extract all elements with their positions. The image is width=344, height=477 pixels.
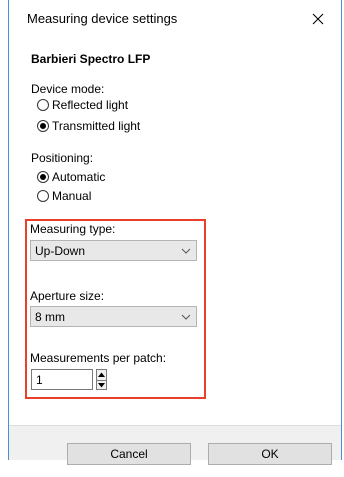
radio-button[interactable]: [37, 120, 49, 132]
measuring-type-label: Measuring type:: [30, 222, 116, 236]
radio-label: Automatic: [52, 170, 106, 184]
radio-reflected-light[interactable]: Reflected light: [37, 97, 128, 113]
ok-button[interactable]: OK: [208, 443, 332, 465]
cancel-button[interactable]: Cancel: [67, 443, 191, 465]
device-name: Barbieri Spectro LFP: [31, 52, 151, 66]
radio-manual[interactable]: Manual: [37, 188, 91, 204]
title-bar: Measuring device settings: [9, 0, 341, 40]
dialog-title: Measuring device settings: [27, 11, 178, 26]
aperture-size-dropdown[interactable]: 8 mm: [30, 306, 197, 327]
radio-button[interactable]: [37, 190, 49, 202]
measuring-device-settings-dialog: Measuring device settings Barbieri Spect…: [8, 0, 342, 465]
spin-up-button[interactable]: [97, 370, 106, 379]
radio-button[interactable]: [37, 99, 49, 111]
aperture-size-label: Aperture size:: [30, 289, 105, 303]
radio-transmitted-light[interactable]: Transmitted light: [37, 118, 140, 134]
measurements-per-patch-input[interactable]: [31, 369, 93, 390]
dialog-footer: Cancel OK: [9, 425, 341, 465]
spin-buttons: [96, 369, 107, 390]
radio-button[interactable]: [37, 171, 49, 183]
measurements-per-patch-label: Measurements per patch:: [30, 351, 167, 365]
aperture-size-value: 8 mm: [35, 310, 65, 324]
radio-automatic[interactable]: Automatic: [37, 169, 105, 185]
measuring-type-value: Up-Down: [35, 244, 86, 258]
positioning-label: Positioning:: [31, 151, 94, 165]
spin-down-icon: [98, 383, 105, 388]
close-icon: [312, 13, 324, 25]
radio-label: Manual: [52, 189, 92, 203]
device-mode-label: Device mode:: [31, 82, 105, 96]
spin-up-icon: [98, 372, 105, 377]
close-button[interactable]: [303, 4, 333, 34]
radio-label: Transmitted light: [52, 119, 141, 133]
chevron-down-icon: [181, 248, 191, 254]
spin-down-button[interactable]: [97, 380, 106, 390]
measuring-type-dropdown[interactable]: Up-Down: [30, 240, 197, 261]
chevron-down-icon: [181, 314, 191, 320]
radio-label: Reflected light: [52, 98, 129, 112]
